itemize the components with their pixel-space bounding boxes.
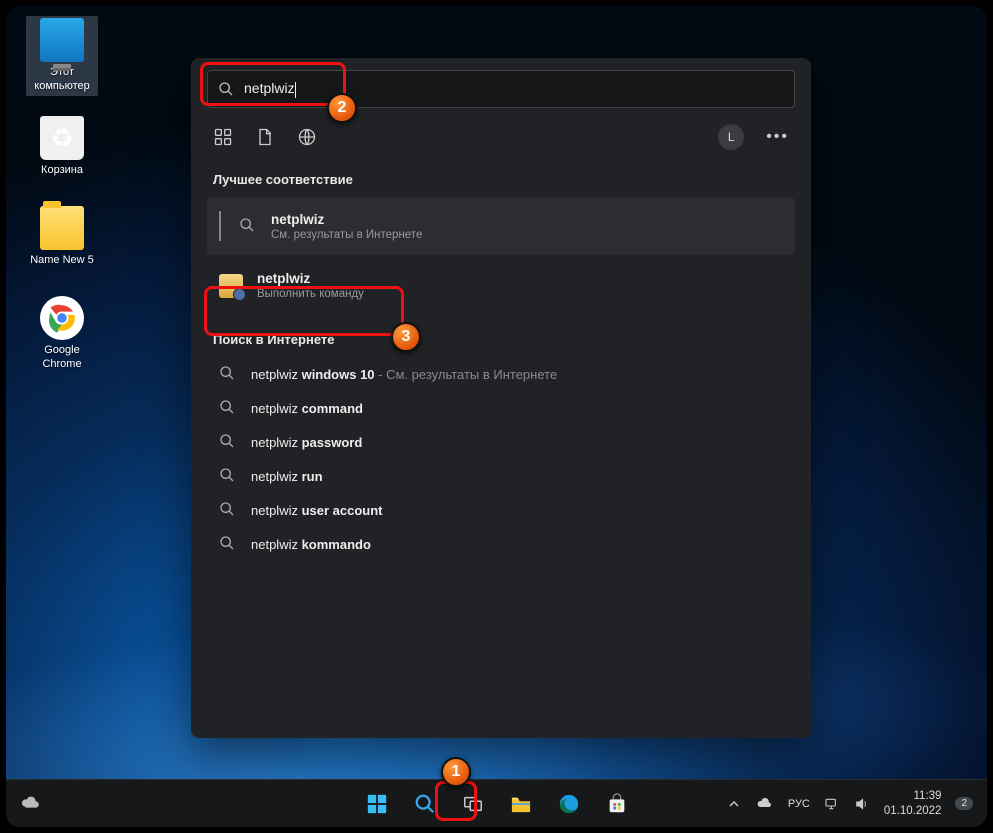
web-result[interactable]: netplwiz password	[207, 425, 795, 459]
result-title: netplwiz kommando	[251, 537, 371, 552]
search-filter-row: L •••	[213, 124, 789, 150]
search-icon	[219, 399, 237, 417]
clock-time: 11:39	[884, 789, 942, 803]
web-result[interactable]: netplwiz windows 10 - См. результаты в И…	[207, 357, 795, 391]
desktop: Этот компьютер ♻ Корзина Name New 5 Goog…	[6, 6, 987, 827]
desktop-icon-label: Name New 5	[26, 254, 98, 268]
store-button[interactable]	[597, 784, 637, 824]
desktop-icon-recycle-bin[interactable]: ♻ Корзина	[26, 116, 98, 178]
volume-icon[interactable]	[854, 796, 870, 812]
search-icon	[219, 467, 237, 485]
user-avatar[interactable]: L	[718, 124, 744, 150]
task-view-button[interactable]	[453, 784, 493, 824]
annotation-badge-2: 2	[327, 93, 357, 123]
annotation-badge-3: 3	[391, 322, 421, 352]
web-results-list: netplwiz windows 10 - См. результаты в И…	[207, 357, 795, 561]
edge-button[interactable]	[549, 784, 589, 824]
web-filter-icon[interactable]	[297, 127, 317, 147]
tray-chevron-icon[interactable]	[726, 796, 742, 812]
search-icon	[239, 217, 257, 235]
chrome-icon	[40, 296, 84, 340]
desktop-icon-chrome[interactable]: Google Chrome	[26, 296, 98, 372]
onedrive-icon[interactable]	[756, 795, 774, 813]
clock[interactable]: 11:39 01.10.2022	[884, 789, 942, 818]
result-title: netplwiz	[271, 212, 422, 227]
best-match-result[interactable]: netplwiz См. результаты в Интернете	[207, 197, 795, 255]
result-title: netplwiz run	[251, 469, 323, 484]
desktop-icon-folder[interactable]: Name New 5	[26, 206, 98, 268]
notification-badge[interactable]: 2	[955, 797, 973, 810]
search-panel: netplwiz L ••• Лучшее соответствие netpl…	[191, 58, 811, 738]
web-result[interactable]: netplwiz command	[207, 391, 795, 425]
search-icon	[218, 81, 234, 97]
web-result[interactable]: netplwiz kommando	[207, 527, 795, 561]
result-subtitle: См. результаты в Интернете	[271, 229, 422, 241]
start-button[interactable]	[357, 784, 397, 824]
apps-filter-icon[interactable]	[213, 127, 233, 147]
result-title: netplwiz password	[251, 435, 362, 450]
monitor-icon	[40, 18, 84, 62]
annotation-badge-1: 1	[441, 757, 471, 787]
network-icon[interactable]	[824, 796, 840, 812]
documents-filter-icon[interactable]	[255, 127, 275, 147]
selection-indicator	[219, 211, 221, 241]
taskbar-center	[357, 784, 637, 824]
web-result[interactable]: netplwiz user account	[207, 493, 795, 527]
taskbar: РУС 11:39 01.10.2022 2	[6, 779, 987, 827]
command-result[interactable]: netplwiz Выполнить команду	[207, 261, 795, 310]
taskbar-right: РУС 11:39 01.10.2022 2	[726, 789, 973, 818]
desktop-icon-label: Google Chrome	[26, 344, 98, 372]
search-icon	[219, 535, 237, 553]
clock-date: 01.10.2022	[884, 804, 942, 818]
result-title: netplwiz user account	[251, 503, 383, 518]
more-options-button[interactable]: •••	[766, 128, 789, 146]
web-result[interactable]: netplwiz run	[207, 459, 795, 493]
search-input-text: netplwiz	[244, 80, 296, 97]
result-title: netplwiz command	[251, 401, 363, 416]
search-taskbar-button[interactable]	[405, 784, 445, 824]
search-icon	[219, 433, 237, 451]
search-icon	[219, 365, 237, 383]
result-title: netplwiz windows 10 - См. результаты в И…	[251, 367, 557, 382]
search-icon	[219, 501, 237, 519]
result-title: netplwiz	[257, 271, 364, 286]
search-box[interactable]: netplwiz	[207, 70, 795, 108]
desktop-icon-label: Этот компьютер	[26, 66, 98, 94]
desktop-icon-this-pc[interactable]: Этот компьютер	[26, 16, 98, 96]
run-command-icon	[219, 274, 243, 298]
language-indicator[interactable]: РУС	[788, 798, 810, 810]
desktop-icon-label: Корзина	[26, 164, 98, 178]
best-match-heading: Лучшее соответствие	[213, 172, 789, 187]
folder-icon	[40, 206, 84, 250]
web-search-heading: Поиск в Интернете	[213, 332, 789, 347]
file-explorer-button[interactable]	[501, 784, 541, 824]
weather-widget-icon[interactable]	[20, 793, 42, 815]
result-subtitle: Выполнить команду	[257, 288, 364, 300]
recycle-bin-icon: ♻	[40, 116, 84, 160]
